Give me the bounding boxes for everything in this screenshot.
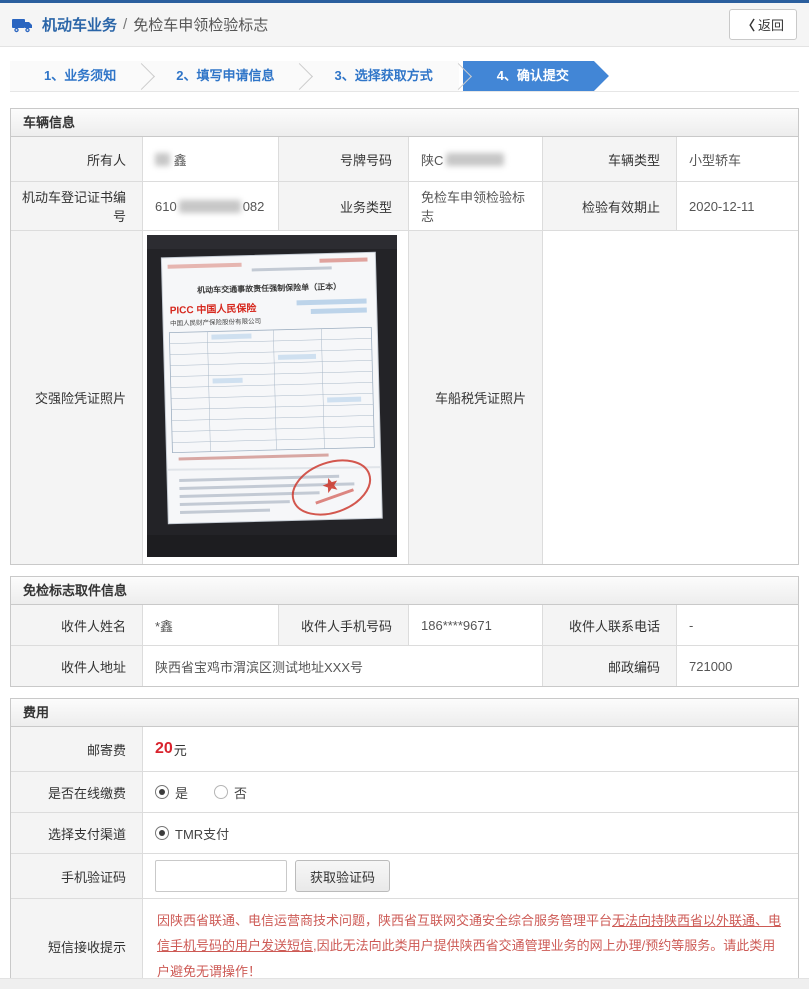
page-title: 免检车申领检验标志 xyxy=(133,17,269,34)
fee-title: 费用 xyxy=(11,699,798,727)
postage-label: 邮寄费 xyxy=(11,727,142,771)
radio-online-pay-no[interactable] xyxy=(214,785,229,799)
recipient-name-label: 收件人姓名 xyxy=(11,605,142,645)
sms-tip-label: 短信接收提示 xyxy=(11,899,142,989)
vehicle-info-section: 车辆信息 所有人 鑫 号牌号码 陕C 车辆类型 小型轿车 机动车登记证书编号 6… xyxy=(10,108,799,565)
postage-value: 20 元 xyxy=(142,727,798,771)
vessel-tax-photo-cell xyxy=(542,231,798,564)
sms-code-row: 获取验证码 xyxy=(142,854,798,898)
vehicle-info-title: 车辆信息 xyxy=(11,109,798,137)
module-title: 机动车业务 xyxy=(42,17,118,34)
bottom-bar xyxy=(0,978,809,989)
owner-label: 所有人 xyxy=(11,137,142,181)
recipient-phone-label: 收件人手机号码 xyxy=(278,605,408,645)
insurance-photo-label: 交强险凭证照片 xyxy=(11,231,142,564)
inspection-valid-until-label: 检验有效期止 xyxy=(542,182,676,230)
step-progress-bar: 1、业务须知 2、填写申请信息 3、选择获取方式 4、确认提交 xyxy=(10,61,799,92)
truck-icon xyxy=(12,17,34,33)
page-header: 机动车业务 / 免检车申领检验标志 〈返回 xyxy=(0,3,809,47)
sms-code-label: 手机验证码 xyxy=(11,854,142,898)
vehicle-type-value: 小型轿车 xyxy=(676,137,798,181)
vehicle-type-label: 车辆类型 xyxy=(542,137,676,181)
payment-channel-label: 选择支付渠道 xyxy=(11,813,142,853)
back-arrow-icon: 〈 xyxy=(741,19,755,34)
redacted-blur xyxy=(446,152,505,166)
tab-step-4-confirm-submit[interactable]: 4、确认提交 xyxy=(463,61,609,91)
vessel-tax-photo-label: 车船税凭证照片 xyxy=(408,231,542,564)
redacted-blur xyxy=(155,152,170,166)
insurance-certificate-photo: 机动车交通事故责任强制保险单（正本） PICC 中国人民保险 中国人民财产保险股… xyxy=(147,235,397,557)
business-type-label: 业务类型 xyxy=(278,182,408,230)
online-payment-options: 是 否 xyxy=(142,772,798,812)
registration-cert-label: 机动车登记证书编号 xyxy=(11,182,142,230)
insurance-photo-cell: 机动车交通事故责任强制保险单（正本） PICC 中国人民保险 中国人民财产保险股… xyxy=(142,231,408,564)
back-button[interactable]: 〈返回 xyxy=(728,9,797,40)
recipient-phone-value: 186****9671 xyxy=(408,605,542,645)
payment-channel-options: TMR支付 xyxy=(142,813,798,853)
inspection-valid-until-value: 2020-12-11 xyxy=(676,182,798,230)
plate-number-value: 陕C xyxy=(408,137,542,181)
sms-code-input[interactable] xyxy=(155,860,287,892)
breadcrumb-separator: / xyxy=(123,16,128,33)
pickup-info-title: 免检标志取件信息 xyxy=(11,577,798,605)
plate-number-label: 号牌号码 xyxy=(278,137,408,181)
tab-step-1-notice[interactable]: 1、业务须知 xyxy=(10,61,143,91)
recipient-tel-value: - xyxy=(676,605,798,645)
online-pay-no-label: 否 xyxy=(234,785,248,801)
business-type-value: 免检车申领检验标志 xyxy=(408,182,542,230)
recipient-address-value: 陕西省宝鸡市渭滨区测试地址XXX号 xyxy=(142,646,542,686)
online-payment-label: 是否在线缴费 xyxy=(11,772,142,812)
recipient-tel-label: 收件人联系电话 xyxy=(542,605,676,645)
radio-tmr-pay[interactable] xyxy=(155,826,169,840)
tab-step-3-pickup-method[interactable]: 3、选择获取方式 xyxy=(300,61,459,91)
owner-value: 鑫 xyxy=(142,137,278,181)
get-code-button[interactable]: 获取验证码 xyxy=(295,860,391,892)
radio-online-pay-yes[interactable] xyxy=(155,785,169,799)
redacted-blur xyxy=(178,199,241,213)
online-pay-yes-label: 是 xyxy=(175,785,189,801)
recipient-address-label: 收件人地址 xyxy=(11,646,142,686)
pickup-info-section: 免检标志取件信息 收件人姓名 *鑫 收件人手机号码 186****9671 收件… xyxy=(10,576,799,687)
zip-code-label: 邮政编码 xyxy=(542,646,676,686)
tmr-pay-label: TMR支付 xyxy=(175,826,230,842)
postage-unit: 元 xyxy=(173,742,187,758)
zip-code-value: 721000 xyxy=(676,646,798,686)
postage-amount: 20 xyxy=(155,740,173,757)
fee-section: 费用 邮寄费 20 元 是否在线缴费 是 否 选择支付渠道 TMR支付 手机验证… xyxy=(10,698,799,989)
recipient-name-value: *鑫 xyxy=(142,605,278,645)
registration-cert-value: 610 082 xyxy=(142,182,278,230)
sms-tip-text: 因陕西省联通、电信运营商技术问题，陕西省互联网交通安全综合服务管理平台无法向持陕… xyxy=(142,899,798,989)
tab-step-2-fill-info[interactable]: 2、填写申请信息 xyxy=(142,61,301,91)
